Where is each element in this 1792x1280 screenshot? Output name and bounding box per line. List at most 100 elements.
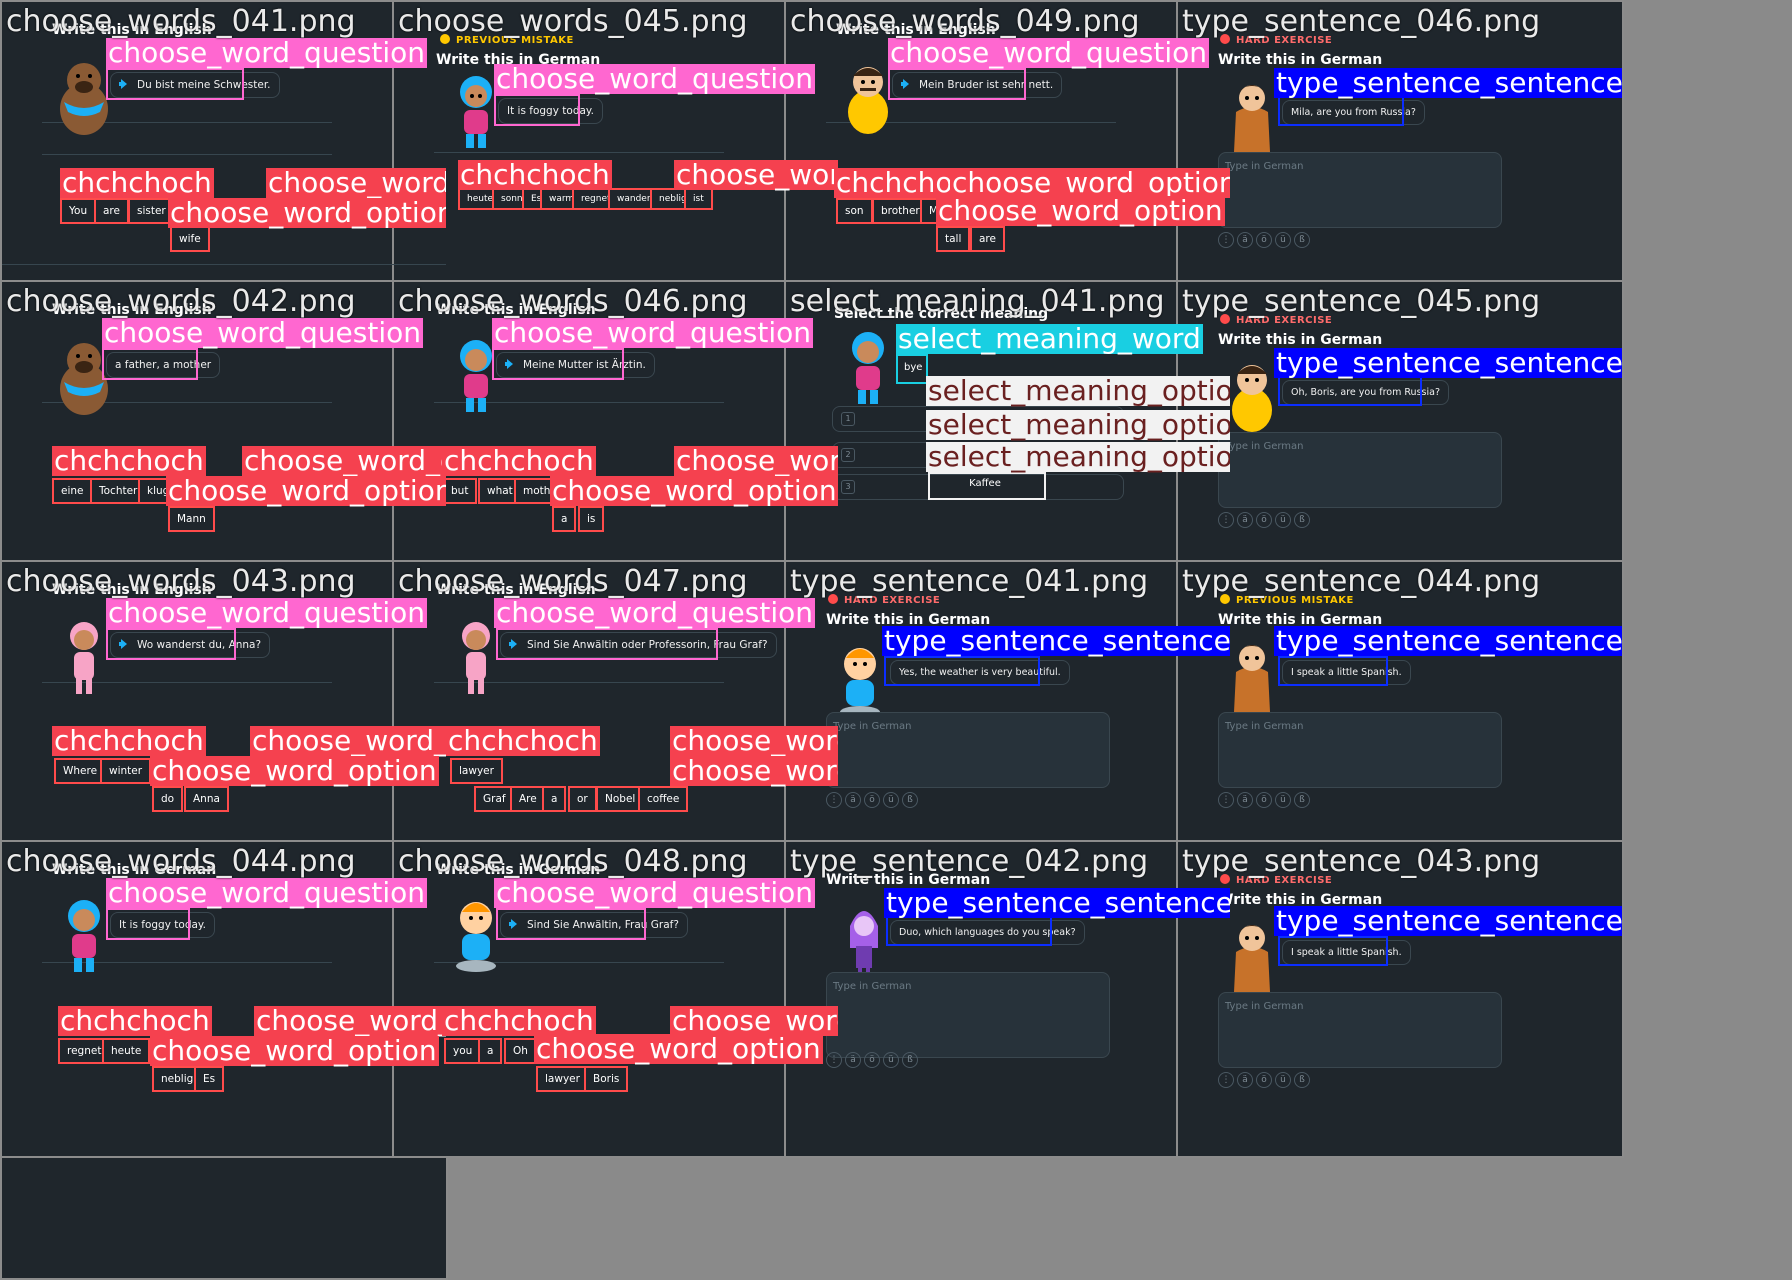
tile-select-meaning-041: select_meaning_041.png Select the correc… <box>784 280 1232 598</box>
label-choose-word-option: choose_word_option <box>674 160 838 190</box>
label-choose-word-option: choose_word_option <box>242 446 446 476</box>
file-name: choose_words_047.png <box>398 564 748 599</box>
tile-type-sentence-046: type_sentence_046.png HARD EXERCISE Writ… <box>1176 0 1624 318</box>
label-type-sentence-sentence: type_sentence_sentence <box>1274 906 1622 936</box>
label-choose-word-option: choose_word_option <box>266 168 446 198</box>
file-name: choose_words_043.png <box>6 564 356 599</box>
word-option[interactable]: tall <box>936 226 971 252</box>
file-name: type_sentence_044.png <box>1182 564 1541 599</box>
answer-textarea[interactable]: Type in German <box>1218 152 1502 228</box>
label-truncated: chchchoch <box>446 724 600 757</box>
word-option[interactable]: eine <box>52 478 93 504</box>
special-keys[interactable]: ⋮ ä ö ü ß <box>1218 792 1313 808</box>
file-name: choose_words_042.png <box>6 284 356 319</box>
tile-choose-words-048: choose_words_048.png Write this in Germa… <box>392 840 840 1158</box>
word-option[interactable]: Boris <box>584 1066 629 1092</box>
word-option[interactable]: are <box>94 198 129 224</box>
label-select-meaning-option: select_meaning_option <box>926 376 1230 406</box>
word-option[interactable]: You <box>60 198 97 224</box>
question-box <box>492 348 624 380</box>
word-option[interactable]: Mann <box>168 506 215 532</box>
answer-textarea[interactable]: Type in German <box>826 972 1110 1058</box>
label-type-sentence-sentence: type_sentence_sentence <box>1274 68 1622 98</box>
label-choose-word-question: choose_word_question <box>888 36 1210 69</box>
woman-character-icon <box>1234 645 1270 712</box>
word-option[interactable]: Anna <box>184 786 229 812</box>
special-keys[interactable]: ⋮ ä ö ü ß <box>1218 512 1313 528</box>
label-choose-word-option: choose_word_option <box>674 446 838 476</box>
tile-type-sentence-044: type_sentence_044.png PREVIOUS MISTAKE W… <box>1176 560 1624 878</box>
special-keys[interactable]: ⋮ ä ö ü ß <box>826 1052 921 1068</box>
special-keys[interactable]: ⋮ ä ö ü ß <box>826 792 921 808</box>
label-type-sentence-sentence: type_sentence_sentence <box>884 888 1230 918</box>
sentence-box <box>886 916 1052 946</box>
word-option[interactable]: Where <box>54 758 107 784</box>
label-choose-word-question: choose_word_question <box>106 36 428 69</box>
file-name: type_sentence_043.png <box>1182 844 1541 879</box>
word-option[interactable]: is <box>578 506 605 532</box>
question-box <box>496 908 646 940</box>
answer-textarea[interactable]: Type in German <box>1218 432 1502 508</box>
sentence-box <box>884 656 1040 686</box>
label-type-sentence-sentence: type_sentence_sentence <box>1274 626 1622 656</box>
file-name: choose_words_046.png <box>398 284 748 319</box>
tile-choose-words-049: choose_words_049.png Write this in Engli… <box>784 0 1232 318</box>
tile-choose-words-047: choose_words_047.png Write this in Engli… <box>392 560 840 878</box>
label-choose-word-question: choose_word_question <box>102 316 424 349</box>
word-option[interactable]: or <box>568 786 597 812</box>
tile-choose-words-041: choose_words_041.png Write this in Engli… <box>0 0 448 318</box>
woman-character-icon <box>70 622 98 694</box>
bear-character-icon <box>60 63 108 135</box>
tile-choose-words-045: choose_words_045.png PREVIOUS MISTAKE Wr… <box>392 0 840 318</box>
word-option[interactable]: do <box>152 786 184 812</box>
woman-character-icon <box>1234 925 1270 992</box>
file-name: type_sentence_042.png <box>790 844 1149 879</box>
answer-textarea[interactable]: Type in German <box>826 712 1110 788</box>
word-option[interactable]: but <box>442 478 478 504</box>
label-choose-word-option: choose_word_option <box>936 194 1225 227</box>
answer-textarea[interactable]: Type in German <box>1218 712 1502 788</box>
word-option[interactable]: ist <box>684 188 713 210</box>
word-option[interactable]: Graf <box>474 786 515 812</box>
label-truncated: chchchoch <box>52 724 206 757</box>
file-name: type_sentence_041.png <box>790 564 1149 599</box>
special-keys[interactable]: ⋮ ä ö ü ß <box>1218 232 1313 248</box>
option-box <box>928 472 1046 500</box>
word-option[interactable]: lawyer <box>450 758 503 784</box>
special-keys[interactable]: ⋮ ä ö ü ß <box>1218 1072 1313 1088</box>
answer-textarea[interactable]: Type in German <box>1218 992 1502 1068</box>
word-option[interactable]: a <box>542 786 567 812</box>
question-box <box>496 628 718 660</box>
tile-choose-words-043: choose_words_043.png Write this in Engli… <box>0 560 448 878</box>
word-option[interactable]: are <box>970 226 1005 252</box>
word-option[interactable]: wife <box>170 226 210 252</box>
word-option[interactable]: heute <box>102 1038 151 1064</box>
word-option[interactable]: Are <box>510 786 546 812</box>
word-option[interactable]: a <box>478 1038 503 1064</box>
file-name: choose_words_048.png <box>398 844 748 879</box>
file-name: choose_words_049.png <box>790 4 1140 39</box>
word-option[interactable]: Es <box>194 1066 225 1092</box>
answer-line <box>42 154 332 155</box>
word-option[interactable]: coffee <box>638 786 689 812</box>
word-option[interactable]: lawyer <box>536 1066 589 1092</box>
label-choose-word-question: choose_word_question <box>106 596 428 629</box>
label-select-meaning-option: select_meaning_option <box>926 410 1230 440</box>
sentence-box <box>1278 936 1388 966</box>
tile-type-sentence-041: type_sentence_041.png HARD EXERCISE Writ… <box>784 560 1232 878</box>
word-option[interactable]: you <box>444 1038 482 1064</box>
label-choose-word-question: choose_word_question <box>494 596 816 629</box>
question-box <box>102 348 198 380</box>
word-option[interactable]: a <box>552 506 577 532</box>
word-option[interactable]: winter <box>100 758 152 784</box>
question-box <box>888 68 1026 100</box>
label-choose-word-question: choose_word_question <box>494 876 816 909</box>
word-option[interactable]: Oh <box>504 1038 537 1064</box>
label-choose-word-question: choose_word_question <box>492 316 814 349</box>
label-select-meaning-word: select_meaning_word <box>896 322 1203 355</box>
word-option[interactable]: son <box>836 198 873 224</box>
file-name: choose_words_044.png <box>6 844 356 879</box>
label-choose-word-option: choose_word_option <box>250 726 446 756</box>
screenshot-grid: choose_words_041.png Write this in Engli… <box>0 0 1792 1280</box>
woman-character-icon <box>1234 85 1270 152</box>
